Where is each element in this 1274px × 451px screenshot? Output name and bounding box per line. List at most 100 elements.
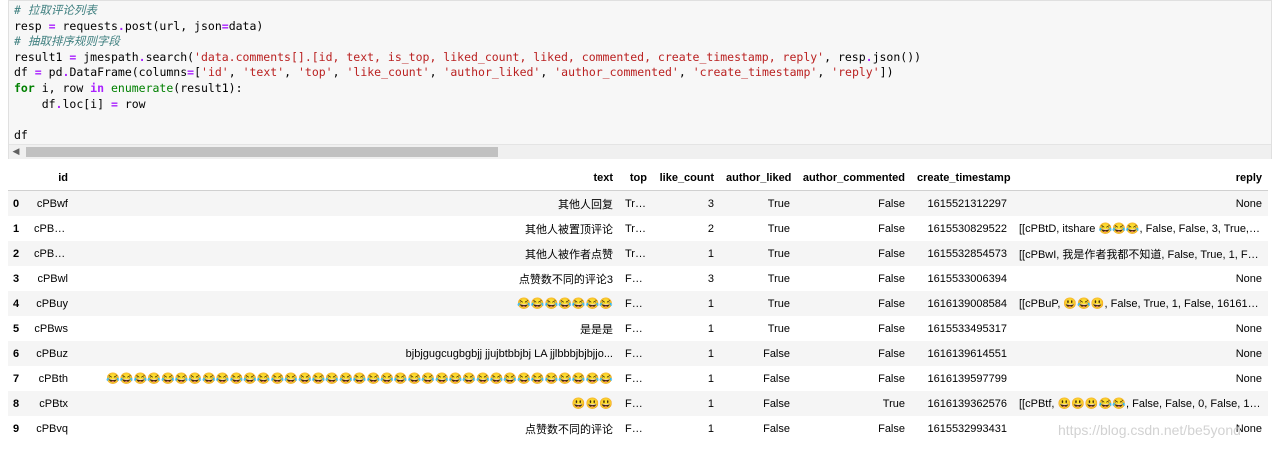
- row-index: 9: [13, 422, 20, 435]
- cell-top: True: [625, 222, 648, 235]
- cell-reply: [[cPBtf, 😃😃😃😂😂, False, False, 0, False, …: [1019, 398, 1268, 410]
- cell-id: cPBwf: [36, 197, 68, 210]
- cell-text: 😂😂😂😂😂😂😂😂😂😂😂😂😂😂😂😂😂😂😂😂😂😂😂😂😂😂😂😂😂😂😂😂😂😂😂😂😂: [106, 373, 613, 385]
- cell-like-count: 1: [707, 347, 714, 360]
- operator: =: [110, 96, 118, 111]
- cell-author-liked: False: [763, 347, 790, 360]
- comment-line-3: # 抽取排序规则字段: [14, 34, 120, 49]
- code-token: loc[i]: [62, 96, 111, 111]
- operator: =: [221, 18, 229, 33]
- column-header-id: id: [28, 166, 74, 191]
- cell-author-commented: False: [878, 247, 905, 260]
- cell-id: cPBwl: [37, 272, 68, 285]
- cell-reply: None: [1235, 372, 1262, 385]
- cell-create-timestamp: 1616139597799: [927, 372, 1007, 385]
- cell-reply: None: [1235, 322, 1262, 335]
- cell-id: cPBvq: [36, 422, 68, 435]
- cell-reply: [[cPBtD, itshare 😂😂😂, False, False, 3, T…: [1019, 223, 1268, 235]
- cell-top: False: [625, 422, 652, 435]
- table-row: 0 cPBwf 其他人回复 True 3 True False 1615521312297 No…: [8, 190, 1268, 216]
- string-literal: 'id': [201, 65, 229, 80]
- cell-create-timestamp: 1615521312297: [927, 197, 1007, 210]
- scrollbar-thumb[interactable]: [26, 147, 498, 157]
- cell-reply: [[cPBwI, 我是作者我都不知道, False, True, 1, Fals…: [1019, 248, 1268, 261]
- cell-top: False: [625, 397, 652, 410]
- cell-top: False: [625, 372, 652, 385]
- cell-author-liked: True: [767, 247, 790, 260]
- cell-top: True: [625, 197, 648, 210]
- code-token: row: [117, 96, 146, 111]
- code-token: , resp: [824, 49, 866, 64]
- scroll-left-icon[interactable]: ◀: [11, 146, 21, 158]
- cell-author-commented: True: [882, 397, 905, 410]
- operator: .: [138, 49, 146, 64]
- cell-author-commented: False: [878, 297, 905, 310]
- cell-author-liked: True: [767, 222, 790, 235]
- cell-author-commented: False: [878, 422, 905, 435]
- table-row: 4 cPBuy 😂😂😂😂😂😂😂 False 1 True False 161613900858…: [8, 291, 1268, 316]
- code-token: data): [228, 18, 264, 33]
- cell-text: 😃😃😃: [571, 398, 613, 410]
- row-index: 7: [13, 372, 20, 385]
- operator: .: [865, 49, 873, 64]
- cell-top: False: [625, 322, 652, 335]
- row-index: 0: [13, 197, 20, 210]
- cell-author-commented: False: [878, 272, 905, 285]
- cell-create-timestamp: 1616139008584: [927, 297, 1007, 310]
- table-row: 1 cPBuH 其他人被置顶评论 True 2 True False 161553082952…: [8, 216, 1268, 241]
- horizontal-scrollbar[interactable]: ◀: [9, 144, 1271, 159]
- cell-create-timestamp: 1615532854573: [927, 247, 1007, 260]
- cell-text: 😂😂😂😂😂😂😂: [517, 298, 613, 310]
- cell-id: cPBuz: [36, 347, 68, 360]
- cell-text: 是是是: [580, 323, 613, 336]
- cell-author-commented: False: [878, 347, 905, 360]
- code-cell[interactable]: # 拉取评论列表 resp = requests.post(url, json=…: [8, 0, 1272, 159]
- cell-author-commented: False: [878, 222, 905, 235]
- cell-reply: None: [1235, 272, 1262, 285]
- table-row: 5 cPBws 是是是 False 1 True False 1615533495317 Non…: [8, 316, 1268, 341]
- row-index: 4: [13, 297, 20, 310]
- code-token: requests: [55, 18, 118, 33]
- cell-like-count: 1: [707, 297, 714, 310]
- table-body: 0 cPBwf 其他人回复 True 3 True False 1615521312297 No…: [8, 190, 1268, 442]
- row-index: 8: [13, 397, 20, 410]
- cell-author-commented: False: [878, 197, 905, 210]
- cell-text: 其他人回复: [558, 198, 613, 211]
- cell-author-commented: False: [878, 322, 905, 335]
- table-row: 7 cPBth 😂😂😂😂😂😂😂😂😂😂😂😂😂😂😂😂😂😂😂😂😂😂😂😂😂😂😂😂😂😂😂😂😂😂…: [8, 366, 1268, 391]
- column-header-top: top: [619, 166, 653, 191]
- cell-author-liked: True: [767, 322, 790, 335]
- dataframe-table: id text top like_count author_liked author_co…: [8, 166, 1268, 441]
- cell-text: 点赞数不同的评论3: [518, 273, 613, 286]
- cell-text: 点赞数不同的评论: [525, 423, 613, 436]
- code-token: pd: [41, 65, 63, 80]
- cell-id: cPBws: [34, 322, 68, 335]
- cell-id: cPBvW: [34, 247, 71, 260]
- operator: .: [117, 18, 125, 33]
- row-index: 3: [13, 272, 20, 285]
- column-header-author-liked: author_liked: [720, 166, 796, 191]
- keyword: for: [14, 80, 35, 95]
- code-token: [: [194, 65, 202, 80]
- table-row: 8 cPBtx 😃😃😃 False 1 False True 1616139362576 [[c…: [8, 391, 1268, 416]
- cell-reply: [[cPBuP, 😃😂😃, False, True, 1, False, 161…: [1019, 298, 1268, 310]
- cell-author-liked: False: [763, 422, 790, 435]
- cell-text: 其他人被作者点赞: [525, 248, 613, 261]
- cell-reply: None: [1235, 422, 1262, 435]
- code-editor[interactable]: # 拉取评论列表 resp = requests.post(url, json=…: [14, 3, 921, 143]
- row-index: 5: [13, 322, 20, 335]
- string-literal: 'reply': [831, 65, 880, 80]
- cell-author-liked: True: [767, 197, 790, 210]
- cell-create-timestamp: 1615532993431: [927, 422, 1007, 435]
- cell-create-timestamp: 1615533495317: [927, 322, 1007, 335]
- keyword: in: [90, 80, 105, 95]
- cell-like-count: 1: [707, 422, 714, 435]
- cell-like-count: 3: [707, 197, 714, 210]
- comment-line-1: # 拉取评论列表: [14, 3, 97, 17]
- cell-like-count: 1: [707, 372, 714, 385]
- column-header-like-count: like_count: [653, 166, 720, 191]
- string-literal: 'author_commented': [554, 65, 679, 80]
- table-row: 3 cPBwl 点赞数不同的评论3 False 3 True False 1615533006…: [8, 266, 1268, 291]
- cell-id: cPBth: [38, 372, 68, 385]
- string-literal: 'author_liked': [443, 65, 541, 80]
